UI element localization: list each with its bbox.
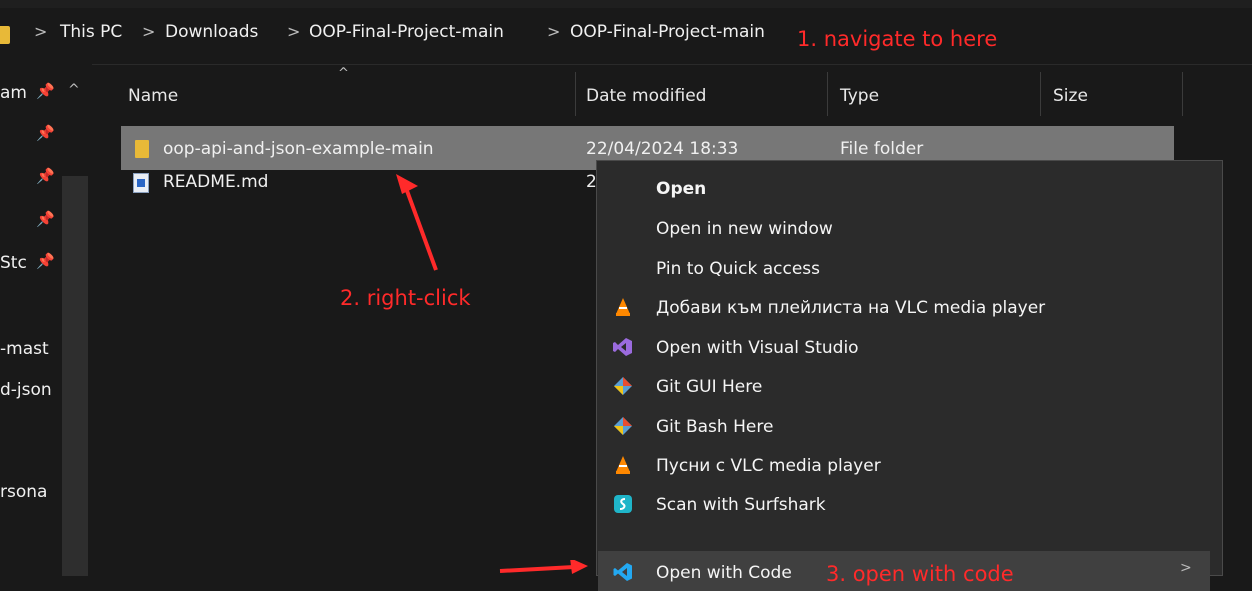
menu-item-git-bash[interactable]: Git Bash Here — [656, 417, 773, 437]
nav-item-2[interactable]: Stc — [0, 253, 27, 273]
menu-item-vlc-add-playlist[interactable]: Добави към плейлиста на VLC media player — [656, 298, 1045, 318]
column-header-name[interactable]: Name — [128, 86, 178, 106]
menu-item-vlc-play[interactable]: Пусни с VLC media player — [656, 456, 881, 476]
pin-icon: 📌 — [36, 124, 55, 142]
address-folder-icon — [0, 26, 10, 44]
menu-item-open-visual-studio[interactable]: Open with Visual Studio — [656, 338, 859, 358]
breadcrumb-separator: > — [547, 22, 561, 41]
nav-item-4[interactable]: d-json — [0, 380, 52, 400]
vscode-icon — [613, 563, 632, 581]
vlc-icon — [616, 298, 630, 316]
column-divider[interactable] — [1040, 72, 1041, 116]
column-divider[interactable] — [827, 72, 828, 116]
vlc-icon — [616, 456, 630, 474]
folder-icon — [135, 140, 149, 158]
annotation-arrow-right — [499, 560, 588, 574]
menu-item-open[interactable]: Open — [656, 179, 706, 199]
menu-item-pin-quick-access[interactable]: Pin to Quick access — [656, 259, 820, 279]
breadcrumb-separator: > — [34, 22, 48, 41]
menu-item-open-with-code[interactable]: Open with Code — [656, 563, 792, 583]
git-bash-icon — [614, 417, 632, 435]
column-header-date-modified[interactable]: Date modified — [586, 86, 706, 106]
column-header-size[interactable]: Size — [1053, 86, 1088, 106]
markdown-file-icon-mark — [137, 179, 145, 187]
pin-icon: 📌 — [36, 210, 55, 228]
nav-item-5[interactable]: rsona — [0, 482, 47, 502]
nav-item-1[interactable]: am — [0, 83, 27, 103]
file-date: 22/04/2024 18:33 — [586, 139, 739, 159]
chevron-right-icon[interactable]: > — [1180, 560, 1192, 576]
pin-icon: 📌 — [36, 167, 55, 185]
annotation-step3: 3. open with code — [826, 562, 1014, 586]
visual-studio-icon — [613, 338, 632, 356]
menu-item-git-gui[interactable]: Git GUI Here — [656, 377, 762, 397]
breadcrumb-separator: > — [287, 22, 301, 41]
file-type: File folder — [840, 139, 924, 159]
breadcrumb-this-pc[interactable]: This PC — [60, 22, 122, 42]
column-divider[interactable] — [575, 72, 576, 116]
menu-item-open-new-window[interactable]: Open in new window — [656, 219, 833, 239]
breadcrumb-downloads[interactable]: Downloads — [165, 22, 258, 42]
sort-arrow-icon: ^ — [338, 66, 349, 81]
file-name[interactable]: oop-api-and-json-example-main — [163, 139, 434, 159]
breadcrumb-current-folder[interactable]: OOP-Final-Project-main — [570, 22, 765, 42]
column-header-type[interactable]: Type — [840, 86, 879, 106]
file-name[interactable]: README.md — [163, 172, 268, 192]
breadcrumb-oop-final-project-main[interactable]: OOP-Final-Project-main — [309, 22, 504, 42]
pin-icon: 📌 — [36, 252, 55, 270]
column-divider[interactable] — [1182, 72, 1183, 116]
nav-collapse-chevron-icon[interactable]: ^ — [68, 82, 80, 98]
annotation-arrow-up — [396, 174, 438, 271]
pin-icon: 📌 — [36, 82, 55, 100]
navigation-scrollbar[interactable] — [62, 176, 88, 576]
surfshark-icon — [614, 495, 632, 513]
menu-item-scan-surfshark[interactable]: Scan with Surfshark — [656, 495, 826, 515]
annotation-step1: 1. navigate to here — [797, 27, 998, 51]
git-gui-icon — [614, 377, 632, 395]
title-strip — [0, 0, 1252, 8]
nav-item-3[interactable]: -mast — [0, 339, 49, 359]
annotation-step2: 2. right-click — [340, 286, 471, 310]
breadcrumb-separator: > — [142, 22, 156, 41]
